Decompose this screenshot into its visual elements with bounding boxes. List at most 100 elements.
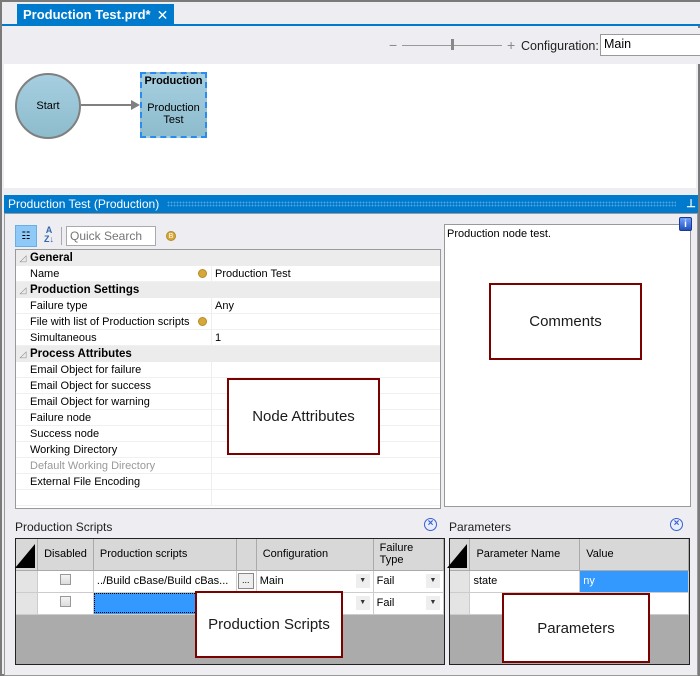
table-row: state ny xyxy=(450,570,689,593)
property-name: Simultaneous xyxy=(16,330,212,345)
dropdown-arrow-icon[interactable]: ▼ xyxy=(355,596,370,610)
collapse-triangle-icon[interactable]: ◿ xyxy=(16,282,30,297)
column-header-disabled[interactable]: Disabled xyxy=(37,539,94,571)
select-all-corner[interactable] xyxy=(15,539,39,571)
property-value[interactable] xyxy=(212,314,440,329)
annotation-label: Comments xyxy=(529,313,602,330)
configuration-label: Configuration: xyxy=(521,39,599,53)
dropdown-arrow-icon[interactable]: ▼ xyxy=(355,574,370,588)
annotation-node-attributes: Node Attributes xyxy=(227,378,380,455)
property-name-text: Failure type xyxy=(30,300,88,312)
disabled-checkbox[interactable] xyxy=(59,574,71,585)
close-icon[interactable]: ✕ xyxy=(157,4,169,26)
property-row[interactable]: File with list of Production scripts xyxy=(16,314,440,330)
property-name: Email Object for success xyxy=(16,378,212,393)
property-name-text: Failure node xyxy=(30,412,92,424)
property-name-text: Email Object for failure xyxy=(30,364,142,376)
dropdown-arrow-icon[interactable]: ▼ xyxy=(426,596,440,610)
bang-icon[interactable]: B xyxy=(166,231,176,241)
browse-button[interactable]: ... xyxy=(237,573,254,589)
property-value[interactable] xyxy=(212,474,440,489)
production-node-type: Production xyxy=(144,75,203,87)
alphabetical-sort-button[interactable]: A Z↓ xyxy=(41,226,57,246)
document-tabstrip: Production Test.prd* ✕ xyxy=(2,2,700,26)
property-name-text: Default Working Directory xyxy=(30,460,156,472)
configuration-value: Main xyxy=(259,575,284,587)
select-all-corner[interactable] xyxy=(447,539,471,571)
pin-icon[interactable]: ⊥ xyxy=(684,195,698,213)
collapse-triangle-icon[interactable]: ◿ xyxy=(16,346,30,361)
property-category[interactable]: ◿ General xyxy=(16,250,440,266)
production-node[interactable]: Production Production Test xyxy=(140,72,207,138)
annotation-label: Production Scripts xyxy=(208,616,330,633)
info-icon[interactable]: i xyxy=(679,217,692,231)
property-row[interactable]: Name Production Test xyxy=(16,266,440,282)
property-name: Failure node xyxy=(16,410,212,425)
dropdown-arrow-icon[interactable]: ▼ xyxy=(426,574,440,588)
property-row[interactable]: Email Object for failure xyxy=(16,362,440,378)
column-header-configuration[interactable]: Configuration xyxy=(256,539,374,571)
script-cell[interactable]: ../Build cBase/Build cBas... xyxy=(93,570,237,593)
property-value[interactable]: 1 xyxy=(212,330,440,345)
annotation-production-scripts: Production Scripts xyxy=(195,591,343,658)
configuration-select[interactable]: Main xyxy=(600,34,700,56)
document-tab[interactable]: Production Test.prd* ✕ xyxy=(17,4,175,26)
designer-toolbar: − + Configuration: Main xyxy=(2,28,700,64)
bang-icon[interactable] xyxy=(198,269,207,278)
row-header[interactable] xyxy=(16,592,39,615)
failure-type-cell[interactable]: Fail ▼ xyxy=(373,592,445,615)
panel-grip[interactable] xyxy=(167,201,676,207)
row-header[interactable] xyxy=(450,592,471,615)
disabled-cell[interactable] xyxy=(37,570,94,593)
property-value[interactable]: Any xyxy=(212,298,440,313)
property-value[interactable] xyxy=(212,362,440,377)
remove-icon[interactable]: × xyxy=(424,518,437,531)
property-name: Name xyxy=(16,266,212,281)
property-row[interactable]: External File Encoding xyxy=(16,474,440,490)
property-row[interactable]: Simultaneous 1 xyxy=(16,330,440,346)
column-header-production-scripts[interactable]: Production scripts xyxy=(93,539,237,571)
collapse-triangle-icon[interactable]: ◿ xyxy=(16,250,30,265)
parameter-value-cell[interactable]: ny xyxy=(579,570,689,593)
remove-icon[interactable]: × xyxy=(670,518,683,531)
categorized-view-button[interactable]: ☷ xyxy=(15,225,37,247)
column-header-parameter-name[interactable]: Parameter Name xyxy=(469,539,581,571)
annotation-label: Node Attributes xyxy=(252,408,355,425)
property-grid-toolbar: ☷ AZ↓ B xyxy=(15,225,176,247)
disabled-cell[interactable] xyxy=(37,592,94,615)
annotation-parameters: Parameters xyxy=(502,593,650,663)
column-header-failure-type[interactable]: Failure Type xyxy=(373,539,445,571)
zoom-out-button[interactable]: − xyxy=(389,37,397,53)
property-name xyxy=(16,490,212,505)
property-value[interactable]: Production Test xyxy=(212,266,440,281)
property-row[interactable]: Failure type Any xyxy=(16,298,440,314)
disabled-checkbox[interactable] xyxy=(59,596,71,607)
column-header-value[interactable]: Value xyxy=(579,539,689,571)
parameter-name-cell[interactable]: state xyxy=(469,570,581,593)
start-node[interactable]: Start xyxy=(15,73,81,139)
toolbar-separator xyxy=(61,227,62,245)
properties-panel-body: ☷ AZ↓ B ◿GeneralNameProduction Test◿Prod… xyxy=(4,213,698,676)
designer-canvas[interactable]: Start Production Production Test xyxy=(4,64,696,188)
configuration-cell[interactable]: Main ▼ xyxy=(256,570,374,593)
row-header[interactable] xyxy=(16,570,39,593)
property-name-text: Name xyxy=(30,268,60,280)
property-row[interactable]: Default Working Directory xyxy=(16,458,440,474)
row-header[interactable] xyxy=(450,570,471,593)
property-category[interactable]: ◿ Production Settings xyxy=(16,282,440,298)
bang-icon[interactable] xyxy=(198,317,207,326)
quick-search-input[interactable] xyxy=(66,226,156,246)
zoom-slider-thumb[interactable] xyxy=(451,39,454,50)
browse-cell: ... xyxy=(236,570,257,593)
property-name-text: Email Object for success xyxy=(30,380,152,392)
failure-type-cell[interactable]: Fail ▼ xyxy=(373,570,445,593)
zoom-in-button[interactable]: + xyxy=(507,37,515,53)
property-value[interactable] xyxy=(212,458,440,473)
property-category[interactable]: ◿ Process Attributes xyxy=(16,346,440,362)
property-category-label: General xyxy=(30,252,73,264)
comments-textbox[interactable]: Production node test. xyxy=(444,224,691,507)
arrow-head-icon xyxy=(131,100,140,110)
property-name: Default Working Directory xyxy=(16,458,212,473)
annotation-label: Parameters xyxy=(537,619,615,637)
properties-panel-title: Production Test (Production) xyxy=(8,197,160,211)
